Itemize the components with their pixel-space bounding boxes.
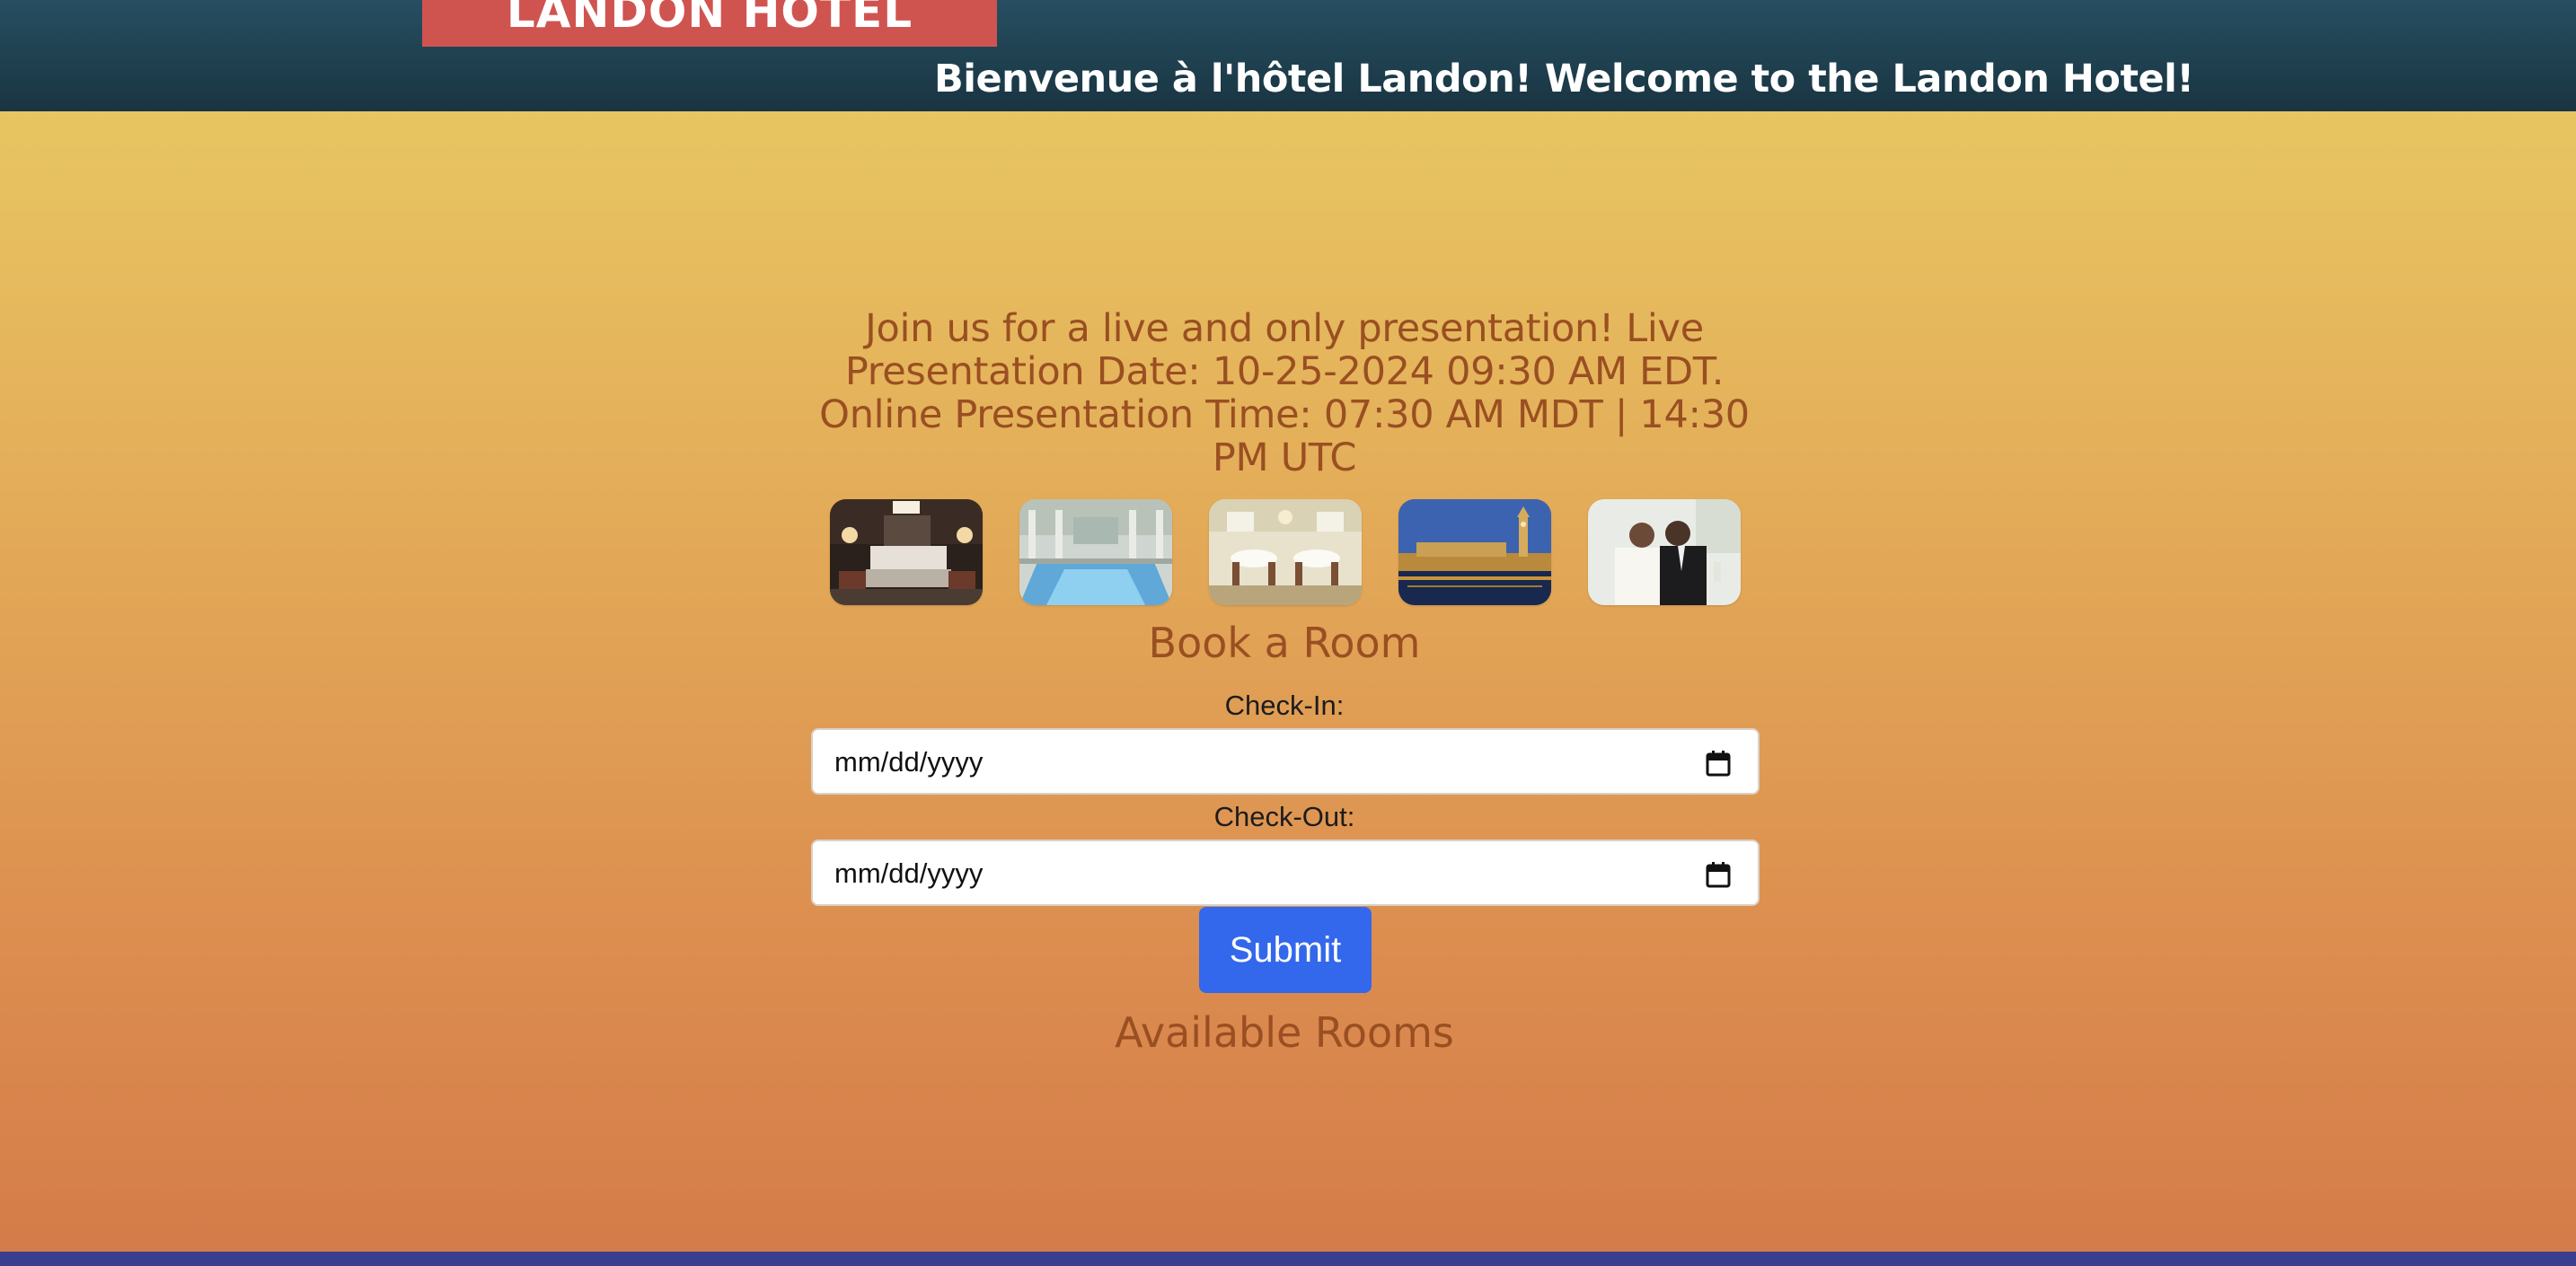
header: LANDON HOTEL Bienvenue à l'hôtel Landon!… [0,0,2576,111]
footer-bar [0,1252,2576,1266]
indoor-pool-photo [1019,499,1172,605]
checkin-date-input[interactable]: mm/dd/yyyy [811,728,1760,795]
calendar-icon[interactable] [1706,861,1731,888]
page: LANDON HOTEL Bienvenue à l'hôtel Landon!… [0,0,2576,1266]
checkin-placeholder: mm/dd/yyyy [834,746,984,778]
wedding-couple-photo [1588,499,1741,605]
photo-gallery [830,499,1742,605]
checkout-placeholder: mm/dd/yyyy [834,857,984,889]
hotel-logo[interactable]: LANDON HOTEL [422,0,997,47]
available-rooms-heading: Available Rooms [1115,1008,1454,1057]
checkout-label: Check-Out: [1213,801,1355,832]
calendar-icon[interactable] [1706,750,1731,777]
checkout-date-input[interactable]: mm/dd/yyyy [811,840,1760,906]
london-parliament-photo [1398,499,1551,605]
logo-text: LANDON HOTEL [506,0,913,38]
book-room-heading: Book a Room [1148,619,1421,667]
bedroom-photo [830,499,983,605]
dining-room-photo [1209,499,1362,605]
submit-button[interactable]: Submit [1199,907,1372,993]
presentation-announcement: Join us for a live and only presentation… [819,306,1750,480]
checkin-label: Check-In: [1224,690,1345,721]
welcome-banner: Bienvenue à l'hôtel Landon! Welcome to t… [934,57,2194,101]
